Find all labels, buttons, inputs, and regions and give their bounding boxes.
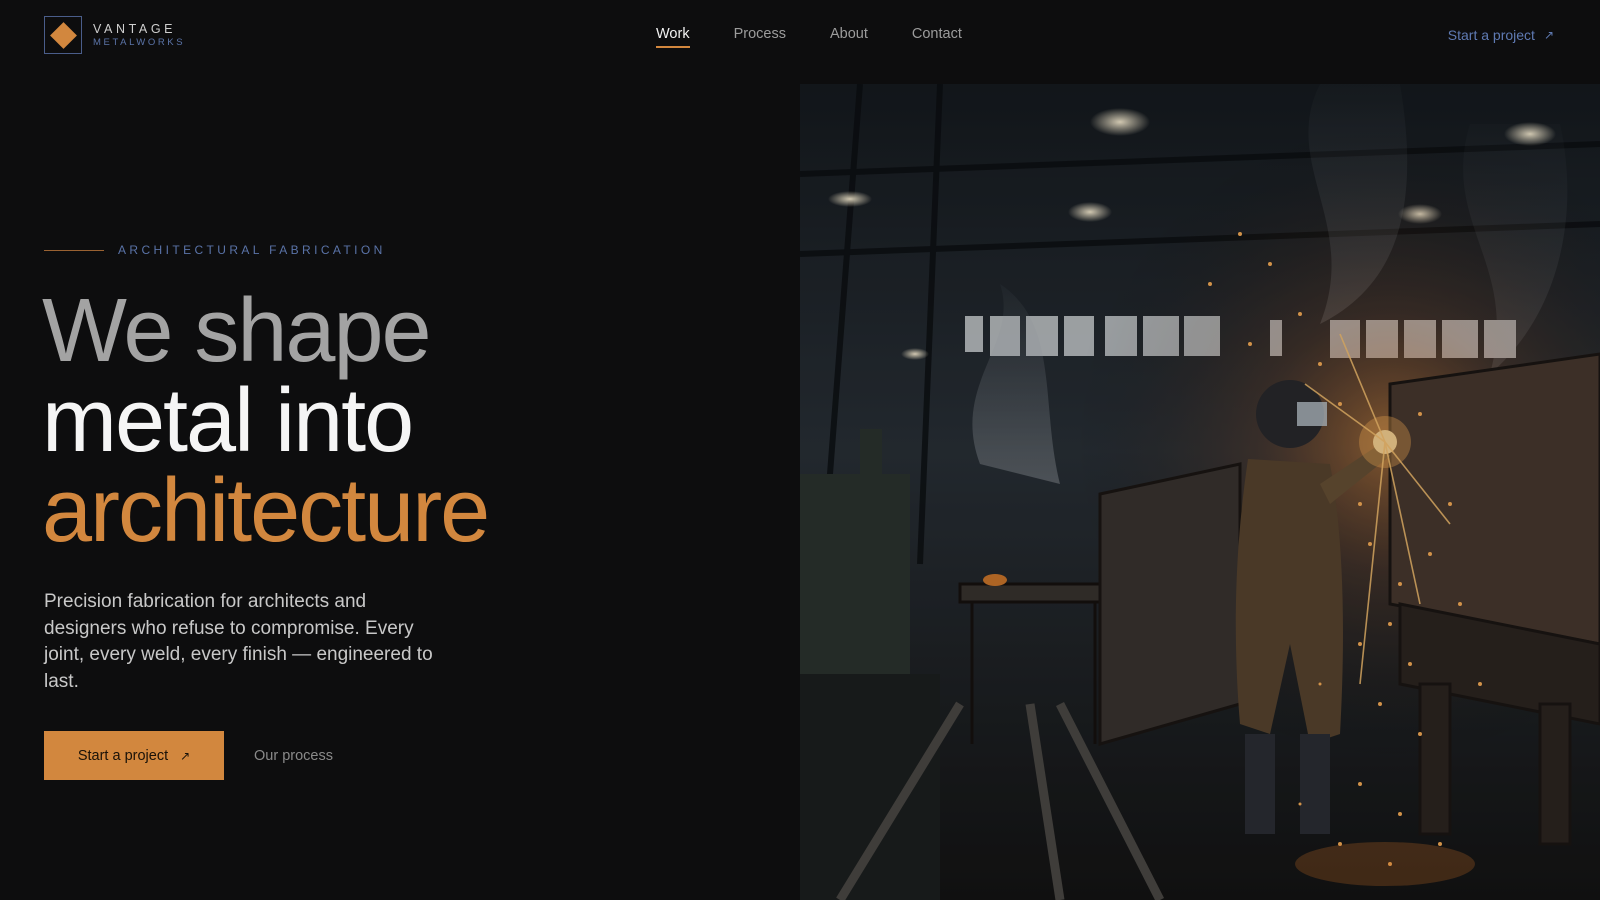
arrow-up-right-icon: ↗ [1543,28,1554,42]
eyebrow-text: ARCHITECTURAL FABRICATION [118,243,386,257]
welding-workshop-illustration [800,84,1600,900]
headline-line-3: architecture [42,461,490,561]
start-project-button[interactable]: Start a project ↗ [44,731,224,780]
brand-logo[interactable]: VANTAGE METALWORKS [44,16,185,54]
hero-eyebrow: ARCHITECTURAL FABRICATION [44,243,386,257]
header-cta-label: Start a project [1447,27,1535,43]
brand-subname: METALWORKS [93,37,186,48]
our-process-link[interactable]: Our process [254,748,333,764]
main-nav: Work Process About Contact [656,26,1006,48]
start-project-label: Start a project [77,747,169,764]
brand-name: VANTAGE [93,21,177,36]
headline-line-2: metal into [42,371,414,471]
site-header: VANTAGE METALWORKS Work Process About Co… [0,0,1600,72]
header-start-project-link[interactable]: Start a project ↗ [1448,27,1554,43]
diamond-icon [49,21,77,49]
nav-item-process[interactable]: Process [734,26,786,48]
nav-item-work[interactable]: Work [656,26,690,48]
headline-line-1: We shape [42,281,432,381]
nav-item-contact[interactable]: Contact [912,26,962,48]
eyebrow-divider [44,249,104,251]
hero-lead: Precision fabrication for architects and… [44,591,433,692]
nav-item-about[interactable]: About [830,26,868,48]
logo-mark [44,16,82,54]
hero-image-welder [800,84,1600,900]
arrow-up-right-icon: ↗ [180,748,191,763]
brand-wordmark: VANTAGE METALWORKS [93,21,186,48]
hero-cta-row: Start a project ↗ Our process [44,731,333,780]
hero-headline: We shape metal into architecture [42,281,490,561]
